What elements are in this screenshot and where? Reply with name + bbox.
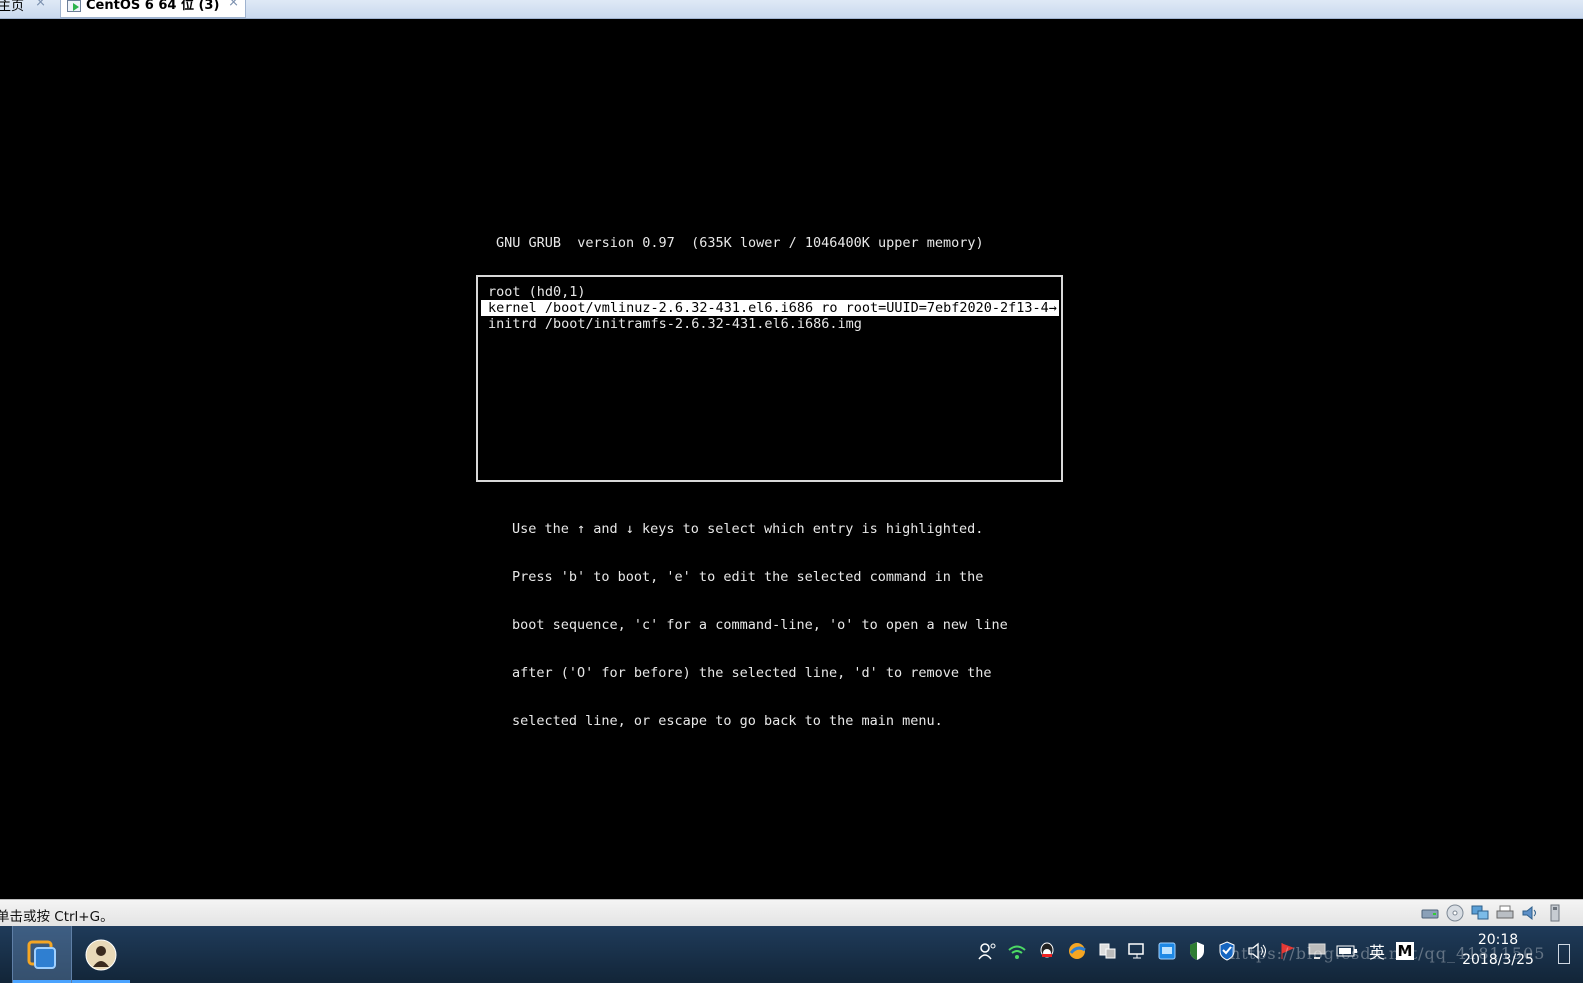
grub-entry-initrd[interactable]: initrd /boot/initramfs-2.6.32-431.el6.i6… (488, 316, 1055, 332)
wifi-icon[interactable] (1006, 940, 1028, 962)
browser-icon[interactable] (1066, 940, 1088, 962)
tab-home[interactable]: 主页 × (0, 0, 52, 18)
grub-command-list[interactable]: root (hd0,1) kernel /boot/vmlinuz-2.6.32… (476, 275, 1063, 482)
grub-entry-root[interactable]: root (hd0,1) (488, 284, 1055, 300)
vmware-app-icon (27, 940, 56, 969)
qq-icon[interactable] (1036, 940, 1058, 962)
grub-help-line: after ('O' for before) the selected line… (512, 665, 992, 681)
windows-taskbar: 英 M https://blog.csdn.net/qq_41811505 20… (0, 926, 1583, 983)
grub-entry-kernel-selected[interactable]: kernel /boot/vmlinuz-2.6.32-431.el6.i686… (481, 300, 1059, 316)
network-connection-icon[interactable] (1126, 940, 1148, 962)
network-adapter-icon[interactable] (1470, 904, 1490, 922)
tab-home-label: 主页 (0, 0, 25, 14)
taskbar-photo-viewer-button[interactable] (72, 926, 130, 983)
vm-running-icon (67, 0, 81, 12)
grub-help-line: selected line, or escape to go back to t… (512, 713, 943, 729)
cd-drive-icon[interactable] (1445, 904, 1465, 922)
photo-app-icon (85, 939, 117, 970)
grub-help-text: Use the ↑ and ↓ keys to select which ent… (512, 489, 1008, 761)
usb-icon[interactable] (1545, 904, 1565, 922)
taskbar-vmware-button[interactable] (12, 926, 72, 983)
grub-help-line: boot sequence, 'c' for a command-line, '… (512, 617, 1008, 633)
tab-home-close-icon[interactable]: × (35, 0, 46, 10)
clock-date: 2018/3/25 (1462, 952, 1534, 968)
taskbar-clock[interactable]: 20:18 2018/3/25 (1458, 930, 1538, 970)
grub-header: GNU GRUB version 0.97 (635K lower / 1046… (496, 235, 984, 251)
tab-centos-vm[interactable]: CentOS 6 64 位 (3) × (60, 0, 246, 18)
hard-disk-icon[interactable] (1420, 904, 1440, 922)
show-desktop-button[interactable] (1558, 944, 1570, 964)
security-shield-icon[interactable] (1186, 940, 1208, 962)
tab-centos-vm-label: CentOS 6 64 位 (3) (86, 0, 220, 13)
sound-card-icon[interactable] (1520, 904, 1540, 922)
vm-console[interactable]: GNU GRUB version 0.97 (635K lower / 1046… (0, 19, 1583, 899)
status-hint: 单击或按 Ctrl+G。 (0, 909, 114, 925)
vm-status-bar: 单击或按 Ctrl+G。 (0, 899, 1583, 927)
grub-help-line: Use the ↑ and ↓ keys to select which ent… (512, 521, 984, 537)
clock-time: 20:18 (1477, 932, 1519, 948)
screen-app-icon[interactable] (1156, 940, 1178, 962)
device-manager-icon[interactable] (1096, 940, 1118, 962)
vm-tab-strip: 主页 × CentOS 6 64 位 (3) × (0, 0, 1583, 19)
printer-icon[interactable] (1495, 904, 1515, 922)
tab-centos-vm-close-icon[interactable]: × (228, 0, 239, 10)
people-icon[interactable] (976, 940, 998, 962)
vm-device-icons (1420, 904, 1565, 922)
grub-help-line: Press 'b' to boot, 'e' to edit the selec… (512, 569, 984, 585)
